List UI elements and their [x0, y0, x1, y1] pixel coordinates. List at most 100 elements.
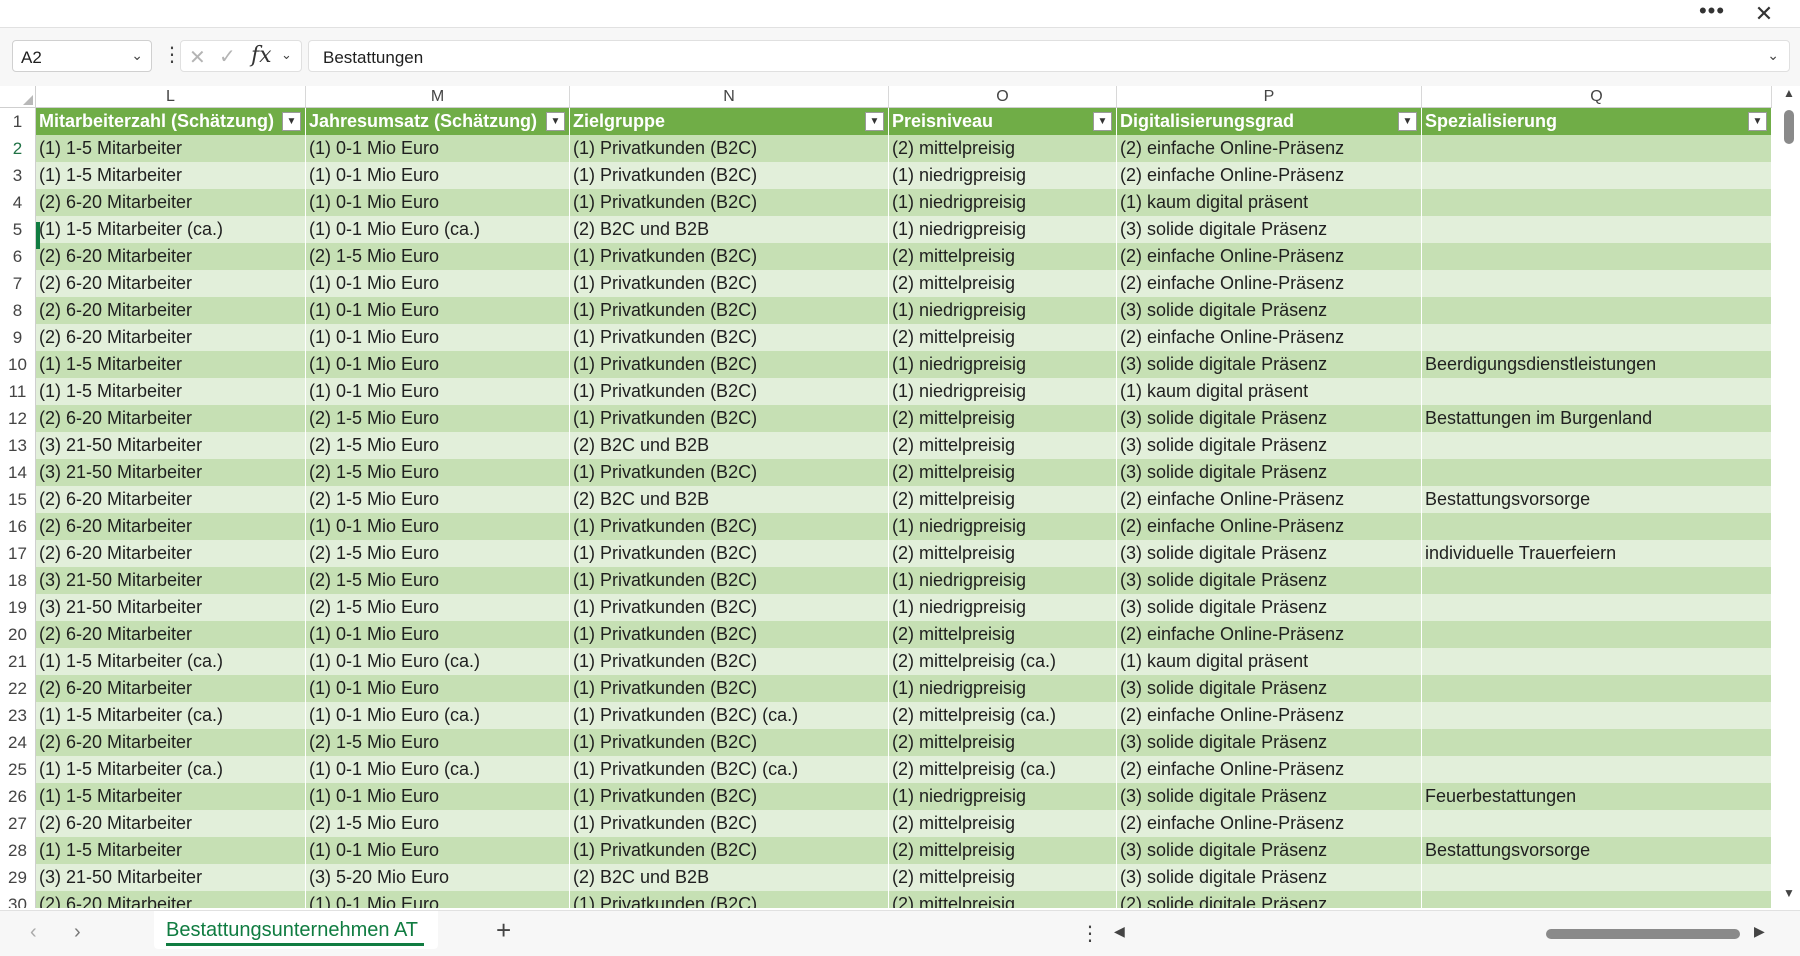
table-cell[interactable]: (2) mittelpreisig — [889, 324, 1117, 351]
table-cell[interactable]: (1) 1-5 Mitarbeiter — [36, 351, 306, 378]
filter-dropdown-icon[interactable]: ▼ — [1093, 112, 1112, 131]
table-cell[interactable]: (1) niedrigpreisig — [889, 297, 1117, 324]
horizontal-scroll-thumb[interactable] — [1546, 929, 1740, 939]
enter-icon[interactable]: ✓ — [219, 44, 236, 69]
table-cell[interactable]: (2) B2C und B2B — [570, 486, 889, 513]
header-cell[interactable]: Zielgruppe ▼ — [570, 108, 889, 135]
table-cell[interactable] — [1422, 162, 1772, 189]
table-cell[interactable]: (3) solide digitale Präsenz — [1117, 459, 1422, 486]
row-header[interactable]: 13 — [0, 432, 36, 459]
table-cell[interactable]: (3) solide digitale Präsenz — [1117, 729, 1422, 756]
scroll-right-icon[interactable]: ▶ — [1754, 923, 1765, 940]
header-cell[interactable]: Jahresumsatz (Schätzung) ▼ — [306, 108, 570, 135]
row-header[interactable]: 1 — [0, 108, 36, 135]
scroll-up-icon[interactable]: ▲ — [1783, 86, 1795, 100]
table-cell[interactable]: (2) mittelpreisig — [889, 540, 1117, 567]
close-button[interactable]: ✕ — [1744, 0, 1784, 28]
table-cell[interactable]: (1) Privatkunden (B2C) — [570, 648, 889, 675]
table-cell[interactable]: (2) 6-20 Mitarbeiter — [36, 189, 306, 216]
table-cell[interactable]: (3) solide digitale Präsenz — [1117, 216, 1422, 243]
table-cell[interactable]: (1) Privatkunden (B2C) — [570, 135, 889, 162]
table-cell[interactable]: Feuerbestattungen — [1422, 783, 1772, 810]
table-cell[interactable]: (2) mittelpreisig — [889, 405, 1117, 432]
row-header[interactable]: 17 — [0, 540, 36, 567]
table-cell[interactable]: (1) niedrigpreisig — [889, 162, 1117, 189]
table-cell[interactable]: (2) B2C und B2B — [570, 864, 889, 891]
vertical-scrollbar[interactable]: ▲ ▼ — [1778, 86, 1800, 908]
table-cell[interactable] — [1422, 621, 1772, 648]
table-cell[interactable]: (1) niedrigpreisig — [889, 675, 1117, 702]
table-cell[interactable] — [1422, 459, 1772, 486]
row-header[interactable]: 7 — [0, 270, 36, 297]
row-header[interactable]: 12 — [0, 405, 36, 432]
table-cell[interactable]: (1) 1-5 Mitarbeiter (ca.) — [36, 702, 306, 729]
table-cell[interactable]: (1) 0-1 Mio Euro (ca.) — [306, 648, 570, 675]
table-cell[interactable] — [1422, 702, 1772, 729]
table-cell[interactable]: (1) Privatkunden (B2C) — [570, 324, 889, 351]
column-header-o[interactable]: O — [889, 86, 1117, 108]
table-cell[interactable]: (2) einfache Online-Präsenz — [1117, 243, 1422, 270]
table-cell[interactable]: (1) 0-1 Mio Euro — [306, 351, 570, 378]
table-cell[interactable]: (2) mittelpreisig — [889, 729, 1117, 756]
table-cell[interactable]: (3) solide digitale Präsenz — [1117, 783, 1422, 810]
table-cell[interactable]: (1) 1-5 Mitarbeiter — [36, 378, 306, 405]
table-cell[interactable]: (2) mittelpreisig — [889, 459, 1117, 486]
table-cell[interactable]: (1) Privatkunden (B2C) — [570, 729, 889, 756]
table-cell[interactable]: (1) 0-1 Mio Euro — [306, 270, 570, 297]
header-cell[interactable]: Preisniveau ▼ — [889, 108, 1117, 135]
table-cell[interactable] — [1422, 432, 1772, 459]
table-cell[interactable]: (1) 1-5 Mitarbeiter (ca.) — [36, 216, 306, 243]
table-cell[interactable]: (1) Privatkunden (B2C) — [570, 783, 889, 810]
table-cell[interactable] — [1422, 216, 1772, 243]
row-header[interactable]: 11 — [0, 378, 36, 405]
table-cell[interactable]: Bestattungen im Burgenland — [1422, 405, 1772, 432]
table-cell[interactable]: (2) 6-20 Mitarbeiter — [36, 540, 306, 567]
table-cell[interactable]: (2) 6-20 Mitarbeiter — [36, 621, 306, 648]
table-cell[interactable]: (1) 0-1 Mio Euro — [306, 621, 570, 648]
table-cell[interactable]: (1) niedrigpreisig — [889, 567, 1117, 594]
table-cell[interactable]: (1) 0-1 Mio Euro — [306, 378, 570, 405]
table-cell[interactable] — [1422, 756, 1772, 783]
table-cell[interactable]: (2) mittelpreisig — [889, 270, 1117, 297]
table-cell[interactable]: (1) 1-5 Mitarbeiter (ca.) — [36, 648, 306, 675]
table-cell[interactable]: (3) solide digitale Präsenz — [1117, 864, 1422, 891]
table-cell[interactable]: (1) Privatkunden (B2C) — [570, 351, 889, 378]
row-header[interactable]: 15 — [0, 486, 36, 513]
table-cell[interactable]: (3) solide digitale Präsenz — [1117, 567, 1422, 594]
table-cell[interactable] — [1422, 729, 1772, 756]
table-cell[interactable]: (2) 1-5 Mio Euro — [306, 567, 570, 594]
table-cell[interactable] — [1422, 270, 1772, 297]
table-cell[interactable]: (2) einfache Online-Präsenz — [1117, 513, 1422, 540]
table-cell[interactable]: (2) 6-20 Mitarbeiter — [36, 729, 306, 756]
table-cell[interactable]: (1) kaum digital präsent — [1117, 648, 1422, 675]
row-header[interactable]: 16 — [0, 513, 36, 540]
table-cell[interactable]: (1) Privatkunden (B2C) — [570, 270, 889, 297]
table-cell[interactable]: (1) Privatkunden (B2C) — [570, 891, 889, 908]
table-cell[interactable]: (3) 21-50 Mitarbeiter — [36, 459, 306, 486]
table-cell[interactable]: (2) mittelpreisig — [889, 837, 1117, 864]
table-cell[interactable]: (1) 0-1 Mio Euro — [306, 162, 570, 189]
table-cell[interactable]: (1) 0-1 Mio Euro — [306, 297, 570, 324]
table-cell[interactable]: (3) solide digitale Präsenz — [1117, 837, 1422, 864]
table-cell[interactable]: (1) niedrigpreisig — [889, 351, 1117, 378]
table-cell[interactable]: (1) 0-1 Mio Euro — [306, 837, 570, 864]
table-cell[interactable]: (2) 1-5 Mio Euro — [306, 405, 570, 432]
table-cell[interactable]: (2) mittelpreisig (ca.) — [889, 756, 1117, 783]
table-cell[interactable] — [1422, 594, 1772, 621]
column-header-p[interactable]: P — [1117, 86, 1422, 108]
row-header[interactable]: 9 — [0, 324, 36, 351]
table-cell[interactable]: (1) Privatkunden (B2C) — [570, 621, 889, 648]
table-cell[interactable]: (2) einfache Online-Präsenz — [1117, 162, 1422, 189]
table-cell[interactable]: (1) 0-1 Mio Euro (ca.) — [306, 216, 570, 243]
row-header[interactable]: 24 — [0, 729, 36, 756]
chevron-down-icon[interactable]: ⌄ — [131, 47, 143, 64]
table-cell[interactable]: (2) mittelpreisig — [889, 864, 1117, 891]
table-cell[interactable]: (1) niedrigpreisig — [889, 594, 1117, 621]
table-cell[interactable]: (2) 1-5 Mio Euro — [306, 243, 570, 270]
table-cell[interactable]: (1) 1-5 Mitarbeiter — [36, 135, 306, 162]
table-cell[interactable]: (2) 6-20 Mitarbeiter — [36, 810, 306, 837]
row-header[interactable]: 8 — [0, 297, 36, 324]
table-cell[interactable]: (2) B2C und B2B — [570, 216, 889, 243]
table-cell[interactable]: (2) 1-5 Mio Euro — [306, 432, 570, 459]
table-cell[interactable]: (2) mittelpreisig — [889, 243, 1117, 270]
